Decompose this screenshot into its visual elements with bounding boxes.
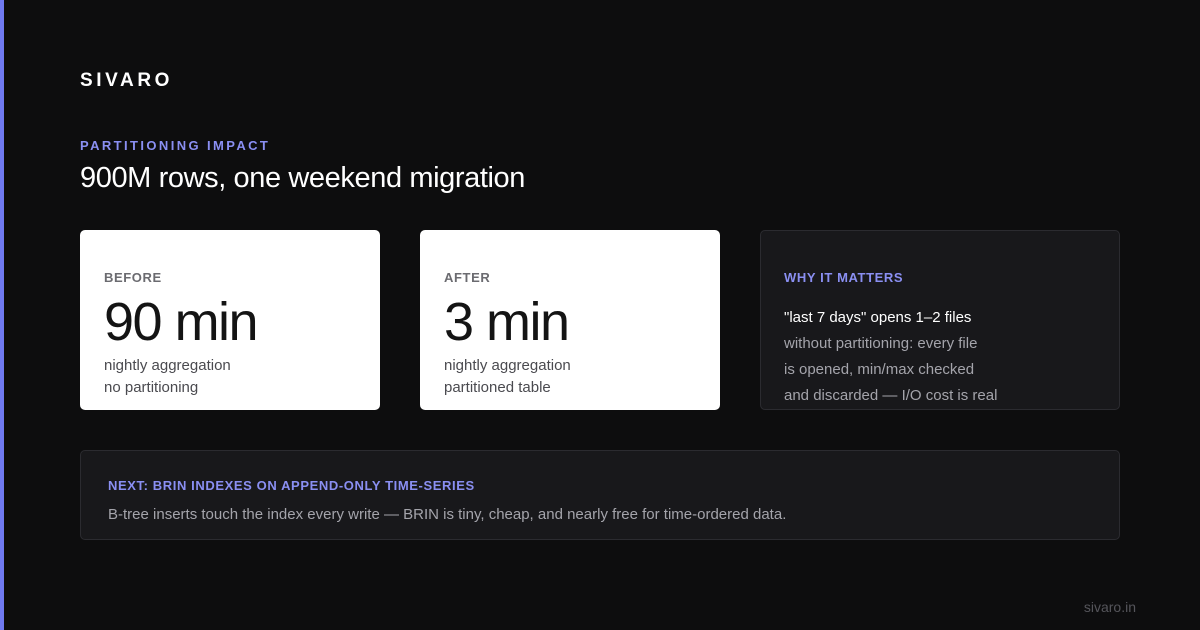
next-title: NEXT: BRIN INDEXES ON APPEND-ONLY TIME-S… — [108, 478, 475, 493]
slide: SIVARO PARTITIONING IMPACT 900M rows, on… — [0, 0, 1200, 630]
footer-url: sivaro.in — [1083, 599, 1136, 615]
why-lead: "last 7 days" opens 1–2 files — [784, 309, 972, 326]
before-desc-line2: no partitioning — [104, 379, 199, 396]
why-line: and discarded — I/O cost is real — [784, 387, 998, 404]
section-eyebrow: PARTITIONING IMPACT — [80, 138, 271, 153]
after-card: AFTER 3 min nightly aggregation partitio… — [420, 230, 720, 410]
brand-logo: SIVARO — [80, 70, 174, 91]
before-desc-line1: nightly aggregation — [104, 357, 231, 374]
why-line: without partitioning: every file — [784, 335, 978, 352]
next-topic-card: NEXT: BRIN INDEXES ON APPEND-ONLY TIME-S… — [80, 450, 1120, 540]
after-desc-line1: nightly aggregation — [444, 357, 571, 374]
page-title: 900M rows, one weekend migration — [80, 162, 525, 194]
after-desc-line2: partitioned table — [444, 379, 551, 396]
why-line: is opened, min/max checked — [784, 361, 975, 378]
next-body: B-tree inserts touch the index every wri… — [108, 506, 787, 523]
after-label: AFTER — [444, 270, 491, 285]
why-title: WHY IT MATTERS — [784, 270, 904, 285]
before-label: BEFORE — [104, 270, 162, 285]
why-it-matters-card: WHY IT MATTERS "last 7 days" opens 1–2 f… — [760, 230, 1120, 410]
before-card: BEFORE 90 min nightly aggregation no par… — [80, 230, 380, 410]
before-value: 90 min — [104, 292, 259, 352]
after-value: 3 min — [444, 292, 570, 352]
accent-bar — [0, 0, 4, 630]
